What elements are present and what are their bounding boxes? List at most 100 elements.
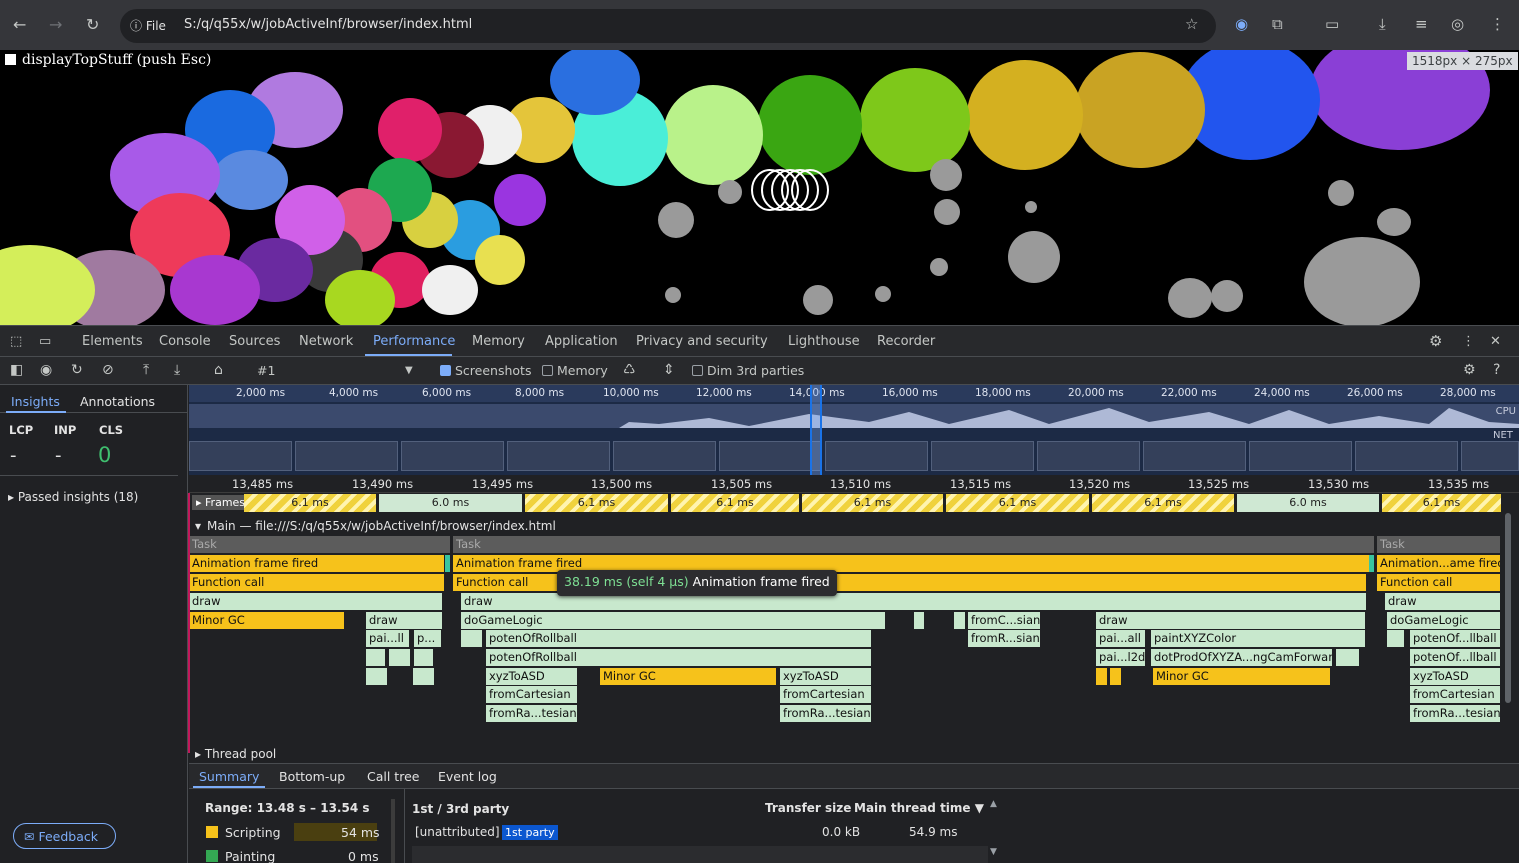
frames-track[interactable]: ▸ Frames 6.1 ms 6.0 ms 6.1 ms 6.1 ms 6.1…: [189, 493, 1501, 513]
tab-lighthouse[interactable]: Lighthouse: [788, 334, 860, 349]
forward-icon[interactable]: →: [49, 15, 62, 35]
site-info-chip[interactable]: ⓘ File: [130, 17, 166, 34]
frames-label[interactable]: ▸ Frames: [192, 495, 250, 510]
screenshot-thumb[interactable]: [1143, 441, 1246, 471]
flame-scrollbar[interactable]: [1505, 513, 1511, 703]
reload-icon[interactable]: ↻: [86, 15, 99, 35]
draw-bar[interactable]: draw: [1096, 612, 1366, 629]
poten-of-rollball-bar[interactable]: potenOf...llball: [1410, 630, 1501, 647]
call-bar[interactable]: [414, 649, 434, 666]
media-icon[interactable]: ≡: [1415, 15, 1428, 33]
tab-sources[interactable]: Sources: [229, 334, 280, 349]
paint-bar[interactable]: pai...ll: [366, 630, 410, 647]
tab-performance[interactable]: Performance: [373, 334, 455, 349]
read-aloud-icon[interactable]: ◉: [1235, 15, 1248, 33]
record-icon[interactable]: ◉: [40, 362, 52, 378]
call-bar[interactable]: [461, 630, 483, 647]
screenshot-thumb[interactable]: [1249, 441, 1352, 471]
minor-gc-bar[interactable]: Minor GC: [1153, 668, 1331, 685]
home-icon[interactable]: ⌂: [214, 362, 223, 378]
cast-icon[interactable]: ▭: [1325, 15, 1339, 33]
debug-checkbox[interactable]: [5, 54, 16, 65]
frame-block[interactable]: 6.1 ms: [946, 494, 1089, 512]
call-bar[interactable]: [954, 612, 966, 629]
garbage-collect-icon[interactable]: ♺: [623, 362, 636, 378]
paint-bar[interactable]: p...: [414, 630, 442, 647]
tab-summary[interactable]: Summary: [199, 769, 259, 784]
extensions-icon[interactable]: ⧉: [1272, 15, 1283, 33]
thread-pool-toggle[interactable]: ▸ Thread pool: [195, 747, 276, 761]
device-toggle-icon[interactable]: ▭: [39, 334, 51, 349]
recording-select[interactable]: #1: [257, 363, 275, 378]
from-cartesian-bar[interactable]: fromCartesian: [1410, 686, 1501, 703]
download-profile-icon[interactable]: ⤓: [174, 362, 180, 378]
scroll-down-icon[interactable]: ▼: [990, 847, 997, 857]
poten-of-rollball-bar[interactable]: potenOfRollball: [486, 630, 872, 647]
frame-block[interactable]: 6.1 ms: [244, 494, 376, 512]
call-bar[interactable]: [1387, 630, 1405, 647]
call-bar[interactable]: [413, 668, 435, 685]
frame-block[interactable]: 6.0 ms: [379, 494, 522, 512]
from-r-bar[interactable]: fromR...sian: [968, 630, 1041, 647]
dim-checkbox[interactable]: [692, 365, 703, 376]
minor-gc-bar[interactable]: Minor GC: [600, 668, 777, 685]
tab-network[interactable]: Network: [299, 334, 353, 349]
tab-call-tree[interactable]: Call tree: [367, 769, 419, 784]
from-ra-bar[interactable]: fromRa...tesian: [486, 705, 578, 722]
screenshot-thumb[interactable]: [401, 441, 504, 471]
call-bar[interactable]: [914, 612, 925, 629]
task-bar[interactable]: Task: [1377, 536, 1501, 553]
collapse-icon[interactable]: ⇕: [663, 362, 675, 378]
paint-bar[interactable]: pai...all: [1096, 630, 1146, 647]
tab-console[interactable]: Console: [159, 334, 211, 349]
screenshot-thumb[interactable]: [613, 441, 716, 471]
tab-insights[interactable]: Insights: [11, 394, 60, 409]
bookmark-star-icon[interactable]: ☆: [1185, 15, 1198, 33]
frame-block[interactable]: 6.1 ms: [1092, 494, 1234, 512]
reload-record-icon[interactable]: ↻: [71, 362, 83, 378]
frame-block[interactable]: 6.1 ms: [1382, 494, 1501, 512]
download-icon[interactable]: ⤓: [1379, 15, 1386, 33]
screenshot-thumb[interactable]: [825, 441, 928, 471]
xyz-to-asd-bar[interactable]: xyzToASD: [1410, 668, 1501, 685]
passed-insights-toggle[interactable]: ▸ Passed insights (18): [8, 490, 138, 504]
draw-bar[interactable]: draw: [1385, 593, 1501, 610]
close-devtools-icon[interactable]: ✕: [1490, 334, 1501, 349]
upload-icon[interactable]: ⤒: [143, 362, 149, 378]
menu-icon[interactable]: ⋮: [1490, 15, 1505, 33]
memory-toggle[interactable]: Memory: [542, 363, 608, 378]
clear-icon[interactable]: ⊘: [102, 362, 114, 378]
minor-gc-bar[interactable]: Minor GC: [189, 612, 345, 629]
screenshot-thumb[interactable]: [1461, 441, 1519, 471]
screenshot-thumb[interactable]: [931, 441, 1034, 471]
task-bar[interactable]: Task: [453, 536, 1375, 553]
from-ra-bar[interactable]: fromRa...tesian: [780, 705, 872, 722]
feedback-button[interactable]: ✉ Feedback: [13, 823, 116, 849]
poten-of-rollball-bar[interactable]: potenOfRollball: [486, 649, 872, 666]
profile-icon[interactable]: ◎: [1451, 15, 1464, 33]
do-game-logic-bar[interactable]: doGameLogic: [461, 612, 886, 629]
transfer-header[interactable]: Transfer size: [765, 801, 851, 815]
from-cartesian-bar[interactable]: fromCartesian: [780, 686, 872, 703]
tab-privacy[interactable]: Privacy and security: [636, 334, 768, 349]
animation-frame-bar[interactable]: Animation...ame fired: [1377, 555, 1501, 572]
screenshot-filmstrip[interactable]: [189, 441, 1519, 471]
gc-bar[interactable]: [1110, 668, 1122, 685]
call-bar[interactable]: [366, 668, 388, 685]
from-cartesian-bar[interactable]: fromC...sian: [968, 612, 1041, 629]
call-bar[interactable]: [389, 649, 411, 666]
memory-checkbox[interactable]: [542, 365, 553, 376]
chevron-down-icon[interactable]: ▼: [405, 365, 413, 376]
animation-frame-bar[interactable]: Animation frame fired: [189, 555, 445, 572]
dot-prod-bar[interactable]: dotProdOfXYZA...ngCamForward: [1151, 649, 1333, 666]
screenshots-toggle[interactable]: Screenshots: [440, 363, 531, 378]
back-icon[interactable]: ←: [13, 15, 26, 35]
tab-application[interactable]: Application: [545, 334, 618, 349]
draw-bar[interactable]: draw: [366, 612, 443, 629]
screenshot-thumb[interactable]: [295, 441, 398, 471]
dim-3rd-parties-toggle[interactable]: Dim 3rd parties: [692, 363, 804, 378]
debug-toggle[interactable]: displayTopStuff (push Esc): [5, 52, 211, 68]
gc-bar[interactable]: [1096, 668, 1108, 685]
page-canvas[interactable]: [0, 50, 1519, 325]
capture-settings-icon[interactable]: ⚙: [1463, 362, 1476, 378]
